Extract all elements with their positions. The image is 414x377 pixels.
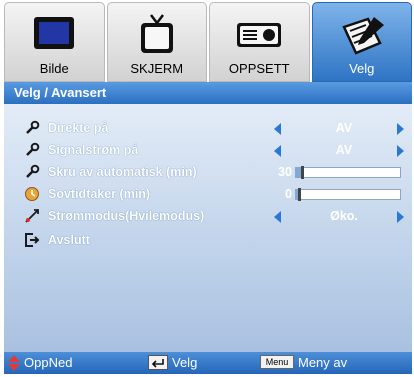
wrench-icon (26, 120, 40, 134)
setting-label: Signalstrøm på (48, 143, 139, 157)
setting-stromodus[interactable]: Strømmodus(Hvilemodus) Øko. (4, 206, 412, 226)
increase-arrow-icon[interactable] (397, 123, 404, 135)
tv-icon (140, 14, 173, 53)
setting-value: Øko. (330, 209, 358, 223)
timer-icon (25, 187, 39, 201)
sleep-timer-slider[interactable] (295, 188, 401, 201)
menu-off-hint: Meny av (298, 355, 348, 370)
auto-off-slider[interactable] (295, 166, 401, 179)
footer-hints: OppNed Velg Menu Meny av (4, 352, 412, 374)
slider-thumb[interactable] (301, 166, 304, 179)
exit-icon (25, 233, 40, 247)
navigate-hint: OppNed (24, 355, 73, 370)
slider-thumb[interactable] (298, 188, 301, 201)
setting-label: Strømmodus(Hvilemodus) (48, 209, 205, 223)
tab-label: SKJERM (130, 61, 184, 76)
projector-icon (237, 23, 282, 47)
power-mode-icon (25, 209, 39, 223)
tab-skjerm[interactable]: SKJERM (106, 2, 207, 82)
monitor-icon (34, 17, 75, 49)
menu-key-icon: Menu (260, 355, 294, 369)
projector-osd-menu: Bilde SKJERM OPPSETT Velg Velg / Avanser… (0, 0, 414, 377)
decrease-arrow-icon[interactable] (274, 123, 281, 135)
decrease-arrow-icon[interactable] (274, 211, 281, 223)
wrench-icon (26, 142, 40, 156)
setting-value: AV (335, 143, 353, 157)
tab-label: Velg (349, 61, 375, 76)
setting-direkte-pa[interactable]: Direkte på AV (4, 118, 412, 138)
setting-label: Direkte på (48, 121, 109, 135)
tab-label: Bilde (39, 61, 69, 76)
setting-value: 0 (285, 187, 292, 201)
wrench-icon (26, 164, 40, 178)
setting-value: AV (335, 121, 353, 135)
setting-signalstrom-pa[interactable]: Signalstrøm på AV (4, 140, 412, 160)
up-down-arrows-icon (8, 355, 20, 371)
breadcrumb: Velg / Avansert (4, 82, 412, 104)
setting-value: 30 (278, 165, 292, 179)
setting-label: Skru av automatisk (min) (48, 165, 197, 179)
setting-sovtidtaker[interactable]: Sovtidtaker (min) 0 (4, 184, 412, 204)
options-icon (342, 17, 384, 55)
setting-avslutt[interactable]: Avslutt (4, 230, 412, 250)
enter-key-icon (148, 355, 168, 370)
setting-label: Avslutt (48, 233, 90, 247)
select-hint: Velg (172, 355, 198, 370)
tab-velg[interactable]: Velg (311, 2, 412, 82)
increase-arrow-icon[interactable] (397, 145, 404, 157)
setting-label: Sovtidtaker (min) (48, 187, 151, 201)
setting-skru-av-automatisk[interactable]: Skru av automatisk (min) 30 (4, 162, 412, 182)
tab-oppsett[interactable]: OPPSETT (209, 2, 310, 82)
settings-panel: Direkte på AV Signalstrøm på AV Skru av … (4, 104, 412, 352)
breadcrumb-text: Velg / Avansert (14, 85, 107, 100)
tab-label: OPPSETT (228, 61, 290, 76)
tab-bilde[interactable]: Bilde (4, 2, 105, 82)
decrease-arrow-icon[interactable] (274, 145, 281, 157)
increase-arrow-icon[interactable] (397, 211, 404, 223)
menu-tabs: Bilde SKJERM OPPSETT Velg (4, 2, 412, 82)
